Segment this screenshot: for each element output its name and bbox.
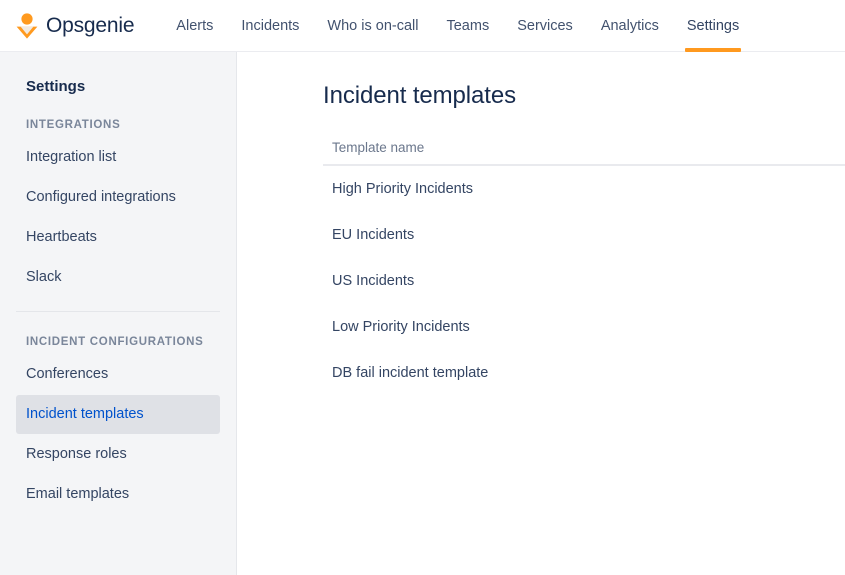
main-content: Incident templates Template name High Pr… bbox=[237, 52, 845, 575]
sidebar-item-conferences[interactable]: Conferences bbox=[16, 355, 220, 394]
table-row[interactable]: Low Priority Incidents bbox=[323, 304, 845, 350]
nav-item-label: Alerts bbox=[176, 17, 214, 34]
template-name: US Incidents bbox=[332, 273, 415, 289]
sidebar-item-response-roles[interactable]: Response roles bbox=[16, 435, 220, 474]
sidebar-divider bbox=[16, 311, 220, 312]
sidebar-section-incident-configurations-label: INCIDENT CONFIGURATIONS bbox=[26, 336, 204, 348]
nav-item-analytics[interactable]: Analytics bbox=[587, 0, 673, 51]
template-name: Low Priority Incidents bbox=[332, 319, 470, 335]
nav-item-label: Teams bbox=[446, 17, 490, 34]
opsgenie-bee-logo-icon bbox=[16, 12, 38, 39]
sidebar-item-slack[interactable]: Slack bbox=[16, 258, 220, 297]
settings-sidebar: Settings INTEGRATIONS Integration list C… bbox=[0, 52, 237, 575]
template-name: EU Incidents bbox=[332, 227, 415, 243]
top-navigation-bar: Opsgenie Alerts Incidents Who is on-call… bbox=[0, 0, 845, 52]
sidebar-item-label: Configured integrations bbox=[26, 189, 176, 205]
sidebar-item-label: Response roles bbox=[26, 446, 127, 462]
nav-item-label: Settings bbox=[686, 17, 740, 34]
nav-item-alerts[interactable]: Alerts bbox=[162, 0, 227, 51]
sidebar-section-integrations-label: INTEGRATIONS bbox=[26, 119, 121, 131]
sidebar-item-incident-templates[interactable]: Incident templates bbox=[16, 395, 220, 434]
nav-item-label: Analytics bbox=[600, 17, 659, 34]
table-column-header-template-name: Template name bbox=[323, 136, 845, 166]
sidebar-item-label: Slack bbox=[26, 269, 62, 285]
sidebar-item-label: Integration list bbox=[26, 149, 117, 165]
sidebar-item-configured-integrations[interactable]: Configured integrations bbox=[16, 178, 220, 217]
sidebar-item-heartbeats[interactable]: Heartbeats bbox=[16, 218, 220, 257]
top-nav-items: Alerts Incidents Who is on-call Teams Se… bbox=[162, 0, 753, 52]
incident-templates-table: Template name High Priority Incidents EU… bbox=[323, 136, 845, 396]
nav-item-teams[interactable]: Teams bbox=[432, 0, 503, 51]
table-row[interactable]: High Priority Incidents bbox=[323, 166, 845, 212]
nav-item-label: Incidents bbox=[241, 17, 300, 34]
sidebar-item-label: Heartbeats bbox=[26, 229, 97, 245]
table-row[interactable]: US Incidents bbox=[323, 258, 845, 304]
sidebar-item-email-templates[interactable]: Email templates bbox=[16, 475, 220, 514]
table-row[interactable]: DB fail incident template bbox=[323, 350, 845, 396]
nav-item-label: Who is on-call bbox=[327, 17, 419, 34]
template-name: DB fail incident template bbox=[332, 365, 489, 381]
table-row[interactable]: EU Incidents bbox=[323, 212, 845, 258]
brand-logo-link[interactable]: Opsgenie bbox=[16, 12, 135, 39]
template-name: High Priority Incidents bbox=[332, 181, 474, 197]
sidebar-item-label: Conferences bbox=[26, 366, 109, 382]
nav-item-who-is-on-call[interactable]: Who is on-call bbox=[313, 0, 432, 51]
sidebar-item-integration-list[interactable]: Integration list bbox=[16, 138, 220, 177]
nav-item-incidents[interactable]: Incidents bbox=[227, 0, 313, 51]
nav-item-settings[interactable]: Settings bbox=[673, 0, 753, 52]
sidebar-item-label: Email templates bbox=[26, 486, 130, 502]
brand-name: Opsgenie bbox=[46, 13, 135, 37]
sidebar-item-label: Incident templates bbox=[26, 406, 144, 422]
nav-item-label: Services bbox=[517, 17, 573, 34]
nav-item-services[interactable]: Services bbox=[503, 0, 587, 51]
page-body: Settings INTEGRATIONS Integration list C… bbox=[0, 52, 845, 575]
page-title: Incident templates bbox=[323, 82, 516, 109]
sidebar-title: Settings bbox=[26, 78, 86, 95]
